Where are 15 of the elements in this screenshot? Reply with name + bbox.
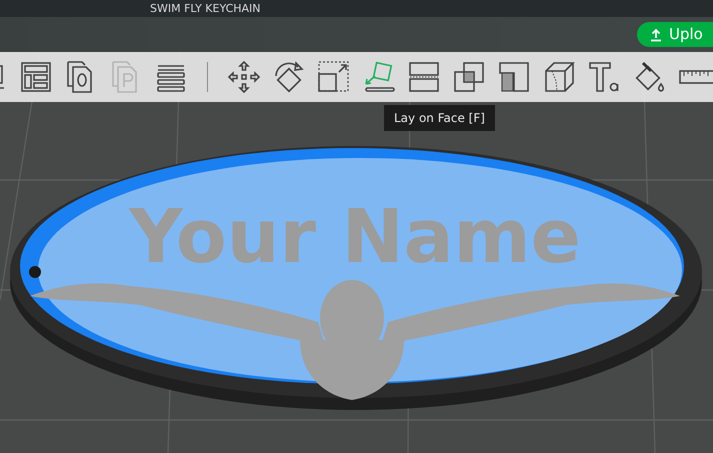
cut-icon[interactable] [407, 60, 441, 94]
text-tool-icon[interactable] [587, 60, 621, 94]
tooltip: Lay on Face [F] [384, 105, 495, 131]
support-block-icon[interactable] [497, 60, 531, 94]
rotate-icon[interactable] [272, 60, 306, 94]
scale-icon[interactable] [317, 60, 351, 94]
layout-icon[interactable] [19, 60, 53, 94]
upload-icon [649, 28, 663, 42]
cube-icon[interactable] [542, 60, 576, 94]
overlap-icon[interactable] [452, 60, 486, 94]
window-title: SWIM FLY KEYCHAIN [150, 2, 261, 15]
lay-on-face-icon[interactable] [362, 60, 396, 94]
engraved-text: Your Name [129, 194, 581, 280]
upload-button[interactable]: Uplo [637, 22, 713, 47]
move-icon[interactable] [227, 60, 261, 94]
